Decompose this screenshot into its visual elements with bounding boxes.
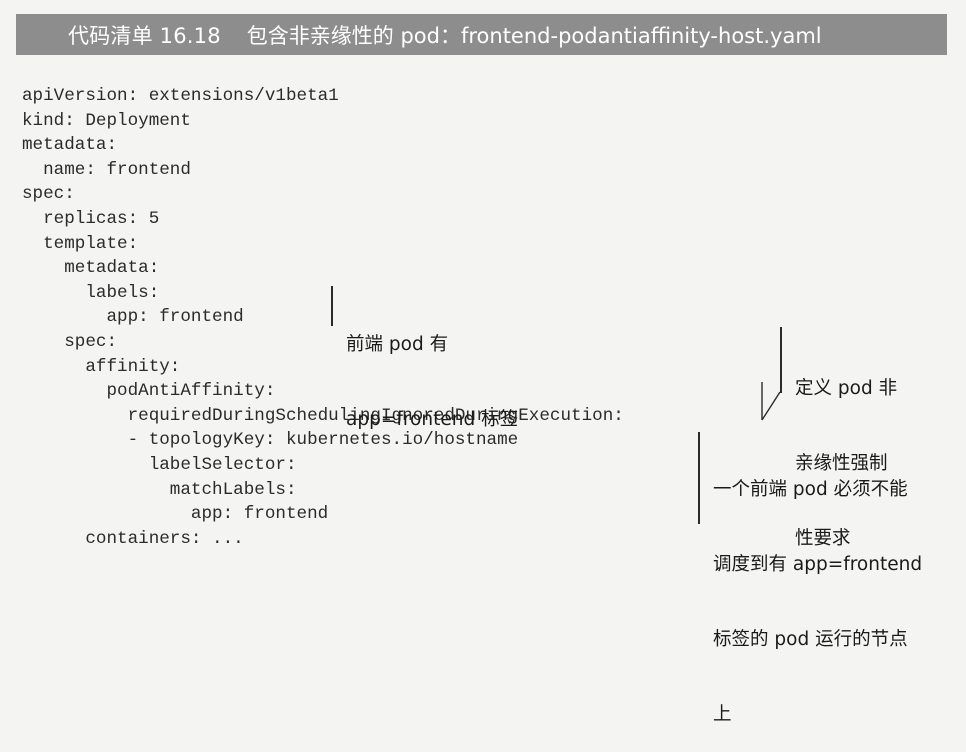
annotation-line: 标签的 pod 运行的节点	[713, 629, 908, 650]
annotation-bracket-scheduling	[698, 432, 700, 524]
annotation-line: 定义 pod 非	[795, 378, 898, 399]
annotation-line: 调度到有 app=frontend	[713, 554, 923, 575]
annotation-line: 一个前端 pod 必须不能	[713, 479, 908, 500]
annotation-scheduling-rule: 一个前端 pod 必须不能 调度到有 app=frontend 标签的 pod …	[713, 427, 922, 752]
annotation-line: 上	[713, 704, 732, 725]
